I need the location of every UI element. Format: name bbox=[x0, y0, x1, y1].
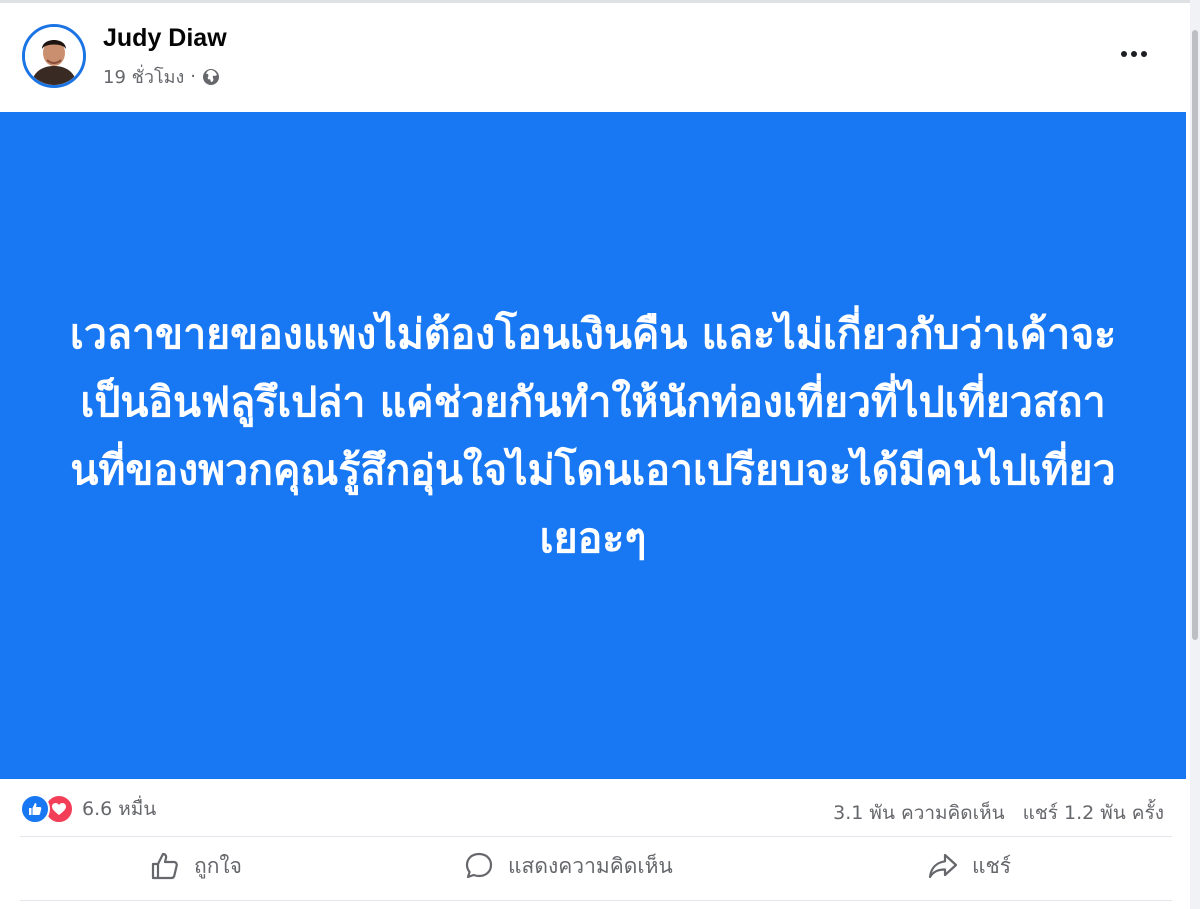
reactions-count: 6.6 หมื่น bbox=[82, 798, 157, 820]
thumbs-up-icon bbox=[148, 849, 182, 883]
actions-divider bbox=[20, 836, 1172, 837]
more-options-button[interactable] bbox=[1112, 36, 1156, 72]
like-button-label: ถูกใจ bbox=[194, 853, 242, 878]
more-dot bbox=[1131, 51, 1137, 57]
facebook-post: Judy Diaw 19 ชั่วโมง · เวลาขายของแพงไม่ต… bbox=[0, 0, 1200, 909]
shares-count[interactable]: แชร์ 1.2 พัน ครั้ง bbox=[1023, 798, 1164, 828]
comment-icon bbox=[462, 849, 496, 883]
share-button-label: แชร์ bbox=[972, 853, 1012, 878]
comment-button-label: แสดงความคิดเห็น bbox=[508, 853, 673, 878]
profile-photo-icon bbox=[25, 27, 83, 85]
more-horizontal-icon bbox=[1121, 51, 1127, 57]
comment-button[interactable]: แสดงความคิดเห็น bbox=[462, 844, 673, 888]
share-button[interactable]: แชร์ bbox=[926, 844, 1011, 888]
post-meta: 19 ชั่วโมง · bbox=[103, 62, 220, 91]
scrollbar-thumb[interactable] bbox=[1192, 30, 1198, 640]
reactions-summary[interactable]: 6.6 หมื่น bbox=[20, 794, 156, 824]
author-name[interactable]: Judy Diaw bbox=[103, 24, 227, 53]
globe-icon[interactable] bbox=[202, 68, 220, 86]
like-button[interactable]: ถูกใจ bbox=[148, 844, 242, 888]
post-text: เวลาขายของแพงไม่ต้องโอนเงินคืน และไม่เกี… bbox=[69, 309, 1117, 562]
like-reaction-icon bbox=[20, 794, 50, 824]
post-timestamp[interactable]: 19 ชั่วโมง bbox=[103, 62, 184, 91]
post-stats: 6.6 หมื่น 3.1 พัน ความคิดเห็น แชร์ 1.2 พ… bbox=[0, 788, 1188, 832]
author-avatar[interactable] bbox=[22, 24, 86, 88]
bottom-divider bbox=[20, 900, 1172, 901]
post-action-bar: ถูกใจ แสดงความคิดเห็น แชร์ bbox=[0, 838, 1188, 892]
engagement-counts: 3.1 พัน ความคิดเห็น แชร์ 1.2 พัน ครั้ง bbox=[833, 798, 1164, 828]
share-arrow-icon bbox=[926, 849, 960, 883]
page-scrollbar[interactable] bbox=[1190, 0, 1200, 909]
more-dot bbox=[1141, 51, 1147, 57]
comments-count[interactable]: 3.1 พัน ความคิดเห็น bbox=[833, 798, 1004, 828]
post-header: Judy Diaw 19 ชั่วโมง · bbox=[0, 0, 1188, 112]
post-text-card: เวลาขายของแพงไม่ต้องโอนเงินคืน และไม่เกี… bbox=[0, 112, 1186, 779]
meta-separator: · bbox=[190, 66, 197, 87]
